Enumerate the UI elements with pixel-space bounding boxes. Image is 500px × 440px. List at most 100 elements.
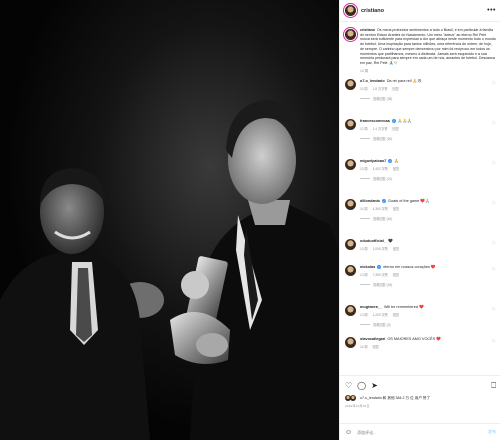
avatar[interactable] xyxy=(345,78,356,90)
comment-username[interactable]: oduduofficial_ xyxy=(360,239,386,243)
heart-icon[interactable]: ♡ xyxy=(492,267,496,273)
comment-text: Will be remembered ❤️ xyxy=(383,304,424,309)
comment-input[interactable] xyxy=(357,429,488,435)
comment-time: 12 周 xyxy=(360,127,368,132)
send-icon[interactable]: ➤ xyxy=(371,381,378,391)
verified-badge-icon: ✓ xyxy=(391,118,396,123)
post-panel: cristiano ••• cristiano Os meus profundos… xyxy=(339,0,500,440)
avatar[interactable] xyxy=(345,29,356,40)
heart-icon[interactable]: ♡ xyxy=(492,81,496,87)
post-actions: ♡ ◯ ➤ ⎕ o7.o_lendario 和 其他 384.2 万 位 用户 … xyxy=(340,375,500,408)
comment-username[interactable]: o7.o_lendario xyxy=(360,79,385,83)
comment-icon[interactable]: ◯ xyxy=(357,381,366,391)
bookmark-icon[interactable]: ⎕ xyxy=(491,381,496,391)
view-replies-button[interactable]: 查看回复 (35) xyxy=(360,96,488,101)
reply-button[interactable]: 回复 xyxy=(393,313,399,317)
comment-username[interactable]: dillondanis xyxy=(360,199,380,203)
likes-text[interactable]: o7.o_lendario 和 其他 384.2 万 位 用户 赞了 xyxy=(360,396,430,401)
reply-button[interactable]: 回复 xyxy=(373,345,379,349)
comment-item: olavocallegari OS MAIORES AMO VOCÊS ❤️ 14… xyxy=(340,336,500,357)
view-replies-label: 查看回复 (35) xyxy=(373,97,393,102)
avatar[interactable] xyxy=(345,304,356,316)
heart-icon[interactable]: ♡ xyxy=(492,201,496,207)
reply-button[interactable]: 回复 xyxy=(393,167,399,171)
more-options-icon[interactable]: ••• xyxy=(487,7,496,14)
comment-text: 🙏🙏🙏 xyxy=(397,118,412,123)
comment-item: oduduofficial_ 🖤 13 周 1,005 次赞 回复 ♡ xyxy=(340,238,500,265)
likes-summary[interactable]: o7.o_lendario 和 其他 384.2 万 位 用户 赞了 xyxy=(345,395,496,401)
avatar[interactable] xyxy=(345,336,356,348)
comment-time: 13 周 xyxy=(360,247,368,252)
reply-button[interactable]: 回复 xyxy=(393,207,399,211)
view-replies-label: 查看回复 (61) xyxy=(373,217,393,222)
caption-body: Os meus profundos sentimentos a todo o B… xyxy=(360,28,496,65)
view-replies-button[interactable]: 查看回复 (21) xyxy=(360,176,488,181)
caption-time: 14 周 xyxy=(360,68,369,73)
comment-time: 14 周 xyxy=(360,345,368,350)
avatar[interactable] xyxy=(345,118,356,130)
comment-item: mugiwera__ Will be remembered ❤️ 13 周 1,20… xyxy=(340,304,500,337)
comment-likes[interactable]: 7,390 次赞 xyxy=(373,273,388,277)
post-header: cristiano ••• xyxy=(340,0,500,22)
comment-time: 14 周 xyxy=(360,207,368,212)
view-replies-button[interactable]: 查看回复 (3) xyxy=(360,322,488,327)
divider xyxy=(360,324,370,326)
comment-time: 13 周 xyxy=(360,167,368,172)
comment-likes[interactable]: 1.8 万次赞 xyxy=(373,87,388,91)
heart-icon[interactable]: ♡ xyxy=(492,241,496,247)
comment-item: o7.o_lendario Da rei para rei! 🙏😢 10 周 1.8… xyxy=(340,78,500,119)
avatar[interactable] xyxy=(345,158,356,170)
verified-badge-icon: ✓ xyxy=(377,264,382,269)
avatar[interactable] xyxy=(345,5,356,16)
reply-button[interactable]: 回复 xyxy=(393,127,399,131)
comment-likes[interactable]: 4,402 次赞 xyxy=(373,167,388,171)
smile-icon[interactable]: ☺ xyxy=(345,429,352,436)
comments-list[interactable]: cristiano Os meus profundos sentimentos a… xyxy=(340,23,500,375)
comment-text: Da rei para rei! 🙏😢 xyxy=(386,78,422,83)
heart-icon[interactable]: ♡ xyxy=(345,381,352,391)
heart-icon[interactable]: ♡ xyxy=(492,339,496,345)
post-comment-button[interactable]: 发布 xyxy=(488,429,496,435)
comment-item: francescomecaa ✓ 🙏🙏🙏 12 周 1.4 万次赞 回复 查看回复 (3… xyxy=(340,118,500,159)
comment-item: dillondanis ✓ Goats of the game ❤️🙏 14 周 4,… xyxy=(340,198,500,239)
comment-username[interactable]: mugiwera__ xyxy=(360,305,382,309)
avatar[interactable] xyxy=(345,198,356,210)
post-date: 2022年12月30日 xyxy=(345,404,370,408)
post-photo[interactable] xyxy=(0,0,339,440)
comment-text: Goats of the game ❤️🙏 xyxy=(388,198,430,203)
heart-icon[interactable]: ♡ xyxy=(492,121,496,127)
caption-username[interactable]: cristiano xyxy=(360,28,375,32)
add-comment-bar: ☺ 发布 xyxy=(340,423,500,440)
comment-username[interactable]: francescomecaa xyxy=(360,119,390,123)
comment-likes[interactable]: 1,005 次赞 xyxy=(373,247,388,251)
divider xyxy=(360,218,370,220)
comment-text: OS MAIORES AMO VOCÊS ❤️ xyxy=(387,336,442,341)
view-replies-button[interactable]: 查看回复 (30) xyxy=(360,136,488,141)
view-replies-button[interactable]: 查看回复 (18) xyxy=(360,282,488,287)
comment-likes[interactable]: 4,360 次赞 xyxy=(373,207,388,211)
avatar xyxy=(350,395,356,401)
comment-likes[interactable]: 1.4 万次赞 xyxy=(373,127,388,131)
view-replies-label: 查看回复 (30) xyxy=(373,137,393,142)
view-replies-label: 查看回复 (18) xyxy=(373,283,393,288)
comment-username[interactable]: nickolas xyxy=(360,265,375,269)
post-caption: cristiano Os meus profundos sentimentos a… xyxy=(340,23,500,73)
comment-time: 13 周 xyxy=(360,313,368,318)
view-replies-button[interactable]: 查看回复 (61) xyxy=(360,216,488,221)
heart-icon[interactable]: ♡ xyxy=(492,307,496,313)
header-username[interactable]: cristiano xyxy=(361,8,384,14)
comment-likes[interactable]: 1,205 次赞 xyxy=(373,313,388,317)
comment-username[interactable]: miguelpaixao7 xyxy=(360,159,386,163)
view-replies-label: 查看回复 (3) xyxy=(373,323,391,328)
heart-icon[interactable]: ♡ xyxy=(492,161,496,167)
avatar[interactable] xyxy=(345,264,356,276)
comment-text: 🙏 xyxy=(394,158,400,163)
reply-button[interactable]: 回复 xyxy=(393,87,399,91)
comment-item: nickolas ✓ eterno em nossos corações ❤️ 13… xyxy=(340,264,500,305)
divider xyxy=(360,284,370,286)
comment-username[interactable]: olavocallegari xyxy=(360,337,385,341)
reply-button[interactable]: 回复 xyxy=(393,247,399,251)
divider xyxy=(360,98,370,100)
avatar[interactable] xyxy=(345,238,356,250)
reply-button[interactable]: 回复 xyxy=(393,273,399,277)
